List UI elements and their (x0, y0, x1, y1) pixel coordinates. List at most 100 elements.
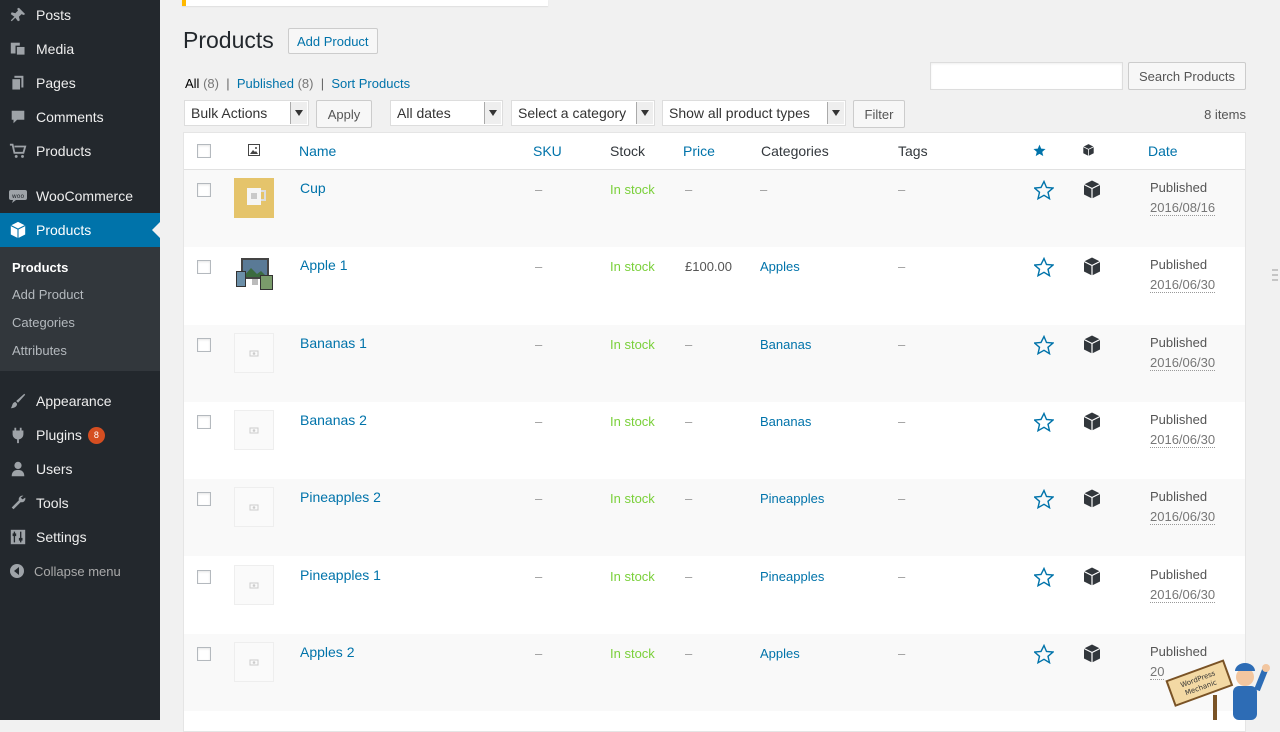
publish-date: 20 (1150, 663, 1165, 680)
product-name-link[interactable]: Bananas 1 (300, 335, 367, 351)
view-published[interactable]: Published (8) (237, 76, 314, 91)
row-checkbox[interactable] (197, 260, 211, 275)
items-count: 8 items (1204, 107, 1246, 122)
product-thumbnail-cup[interactable] (234, 178, 274, 218)
menu-media[interactable]: Media (0, 32, 160, 66)
menu-posts[interactable]: Posts (0, 0, 160, 32)
category-select[interactable]: Select a category (511, 100, 655, 126)
featured-column-star-icon[interactable] (1033, 144, 1046, 162)
chevron-down-icon (290, 102, 307, 124)
row-checkbox[interactable] (197, 183, 211, 197)
placeholder-image-icon[interactable] (234, 409, 274, 450)
simple-product-box-icon (1082, 643, 1102, 669)
publish-status: Published (1150, 334, 1208, 350)
placeholder-image-icon[interactable] (234, 564, 274, 605)
select-all-checkbox[interactable] (197, 144, 211, 158)
publish-date: 2016/06/30 (1150, 277, 1216, 294)
search-input[interactable] (930, 62, 1123, 90)
product-name-link[interactable]: Pineapples 2 (300, 489, 381, 505)
menu-settings[interactable]: Settings (0, 520, 160, 554)
bulk-actions-select[interactable]: Bulk Actions (184, 100, 309, 126)
table-row: Bananas 1 – In stock – Bananas – Published 2016… (184, 324, 1245, 402)
column-date[interactable]: Date (1148, 143, 1178, 159)
menu-appearance[interactable]: Appearance (0, 384, 160, 418)
submenu-add-product[interactable]: Add Product (12, 287, 84, 302)
publish-status: Published (1150, 566, 1208, 582)
pages-icon (0, 74, 36, 92)
featured-star-icon[interactable] (1032, 257, 1055, 282)
menu-comments[interactable]: Comments (0, 100, 160, 134)
product-name-link[interactable]: Apple 1 (300, 257, 347, 273)
product-thumbnail-devices[interactable] (234, 255, 274, 296)
column-sku[interactable]: SKU (533, 143, 562, 159)
menu-tools[interactable]: Tools (0, 486, 160, 520)
column-name[interactable]: Name (299, 143, 336, 159)
featured-star-icon[interactable] (1032, 411, 1055, 437)
pin-icon (0, 6, 36, 24)
price-value: – (685, 568, 693, 584)
admin-sidebar: Posts Media Pages Comments Products woo … (0, 0, 160, 720)
tags-value: – (898, 491, 906, 507)
collapse-menu[interactable]: Collapse menu (0, 560, 160, 582)
submenu-attributes[interactable]: Attributes (12, 343, 67, 358)
menu-products-active[interactable]: Products (0, 213, 160, 247)
row-checkbox[interactable] (197, 569, 211, 584)
publish-date: 2016/06/30 (1150, 354, 1216, 371)
add-product-button[interactable]: Add Product (288, 28, 378, 54)
product-name-link[interactable]: Apples 2 (300, 644, 354, 660)
menu-products-cart[interactable]: Products (0, 134, 160, 168)
menu-users[interactable]: Users (0, 452, 160, 486)
sort-products-link[interactable]: Sort Products (331, 76, 410, 91)
view-all[interactable]: All (8) (185, 76, 219, 91)
menu-woocommerce[interactable]: woo WooCommerce (0, 179, 160, 213)
placeholder-image-icon[interactable] (234, 332, 274, 373)
dates-select[interactable]: All dates (390, 100, 503, 126)
publish-status: Published (1150, 411, 1208, 427)
category-link[interactable]: Pineapples (760, 491, 824, 506)
price-value: £100.00 (685, 259, 732, 275)
featured-star-icon[interactable] (1032, 334, 1055, 360)
publish-date: 2016/06/30 (1150, 509, 1216, 526)
menu-plugins[interactable]: Plugins 8 (0, 418, 160, 452)
column-price[interactable]: Price (683, 143, 715, 159)
row-checkbox[interactable] (197, 492, 211, 507)
placeholder-image-icon[interactable] (234, 641, 274, 682)
category-link[interactable]: Pineapples (760, 569, 824, 584)
featured-star-icon[interactable] (1032, 566, 1055, 592)
row-checkbox[interactable] (197, 646, 211, 661)
admin-notice (182, 0, 548, 6)
product-name-link[interactable]: Cup (300, 180, 326, 196)
product-name-link[interactable]: Bananas 2 (300, 412, 367, 428)
menu-pages[interactable]: Pages (0, 66, 160, 100)
row-checkbox[interactable] (197, 414, 211, 429)
submenu-products[interactable]: Products (12, 260, 68, 275)
column-categories: Categories (761, 143, 829, 159)
chevron-down-icon (636, 102, 653, 124)
scrollbar-handle[interactable] (1272, 268, 1278, 282)
category-link[interactable]: Apples (760, 646, 800, 661)
row-checkbox[interactable] (197, 337, 211, 352)
featured-star-icon[interactable] (1032, 643, 1055, 669)
sku-value: – (535, 182, 543, 197)
sku-value: – (535, 259, 543, 275)
featured-star-icon[interactable] (1032, 489, 1055, 514)
price-value: – (685, 182, 693, 197)
placeholder-image-icon[interactable] (234, 487, 274, 528)
submenu-categories[interactable]: Categories (12, 315, 75, 330)
search-products-button[interactable]: Search Products (1128, 62, 1246, 90)
filter-button[interactable]: Filter (853, 100, 905, 128)
page-title: Products (183, 27, 274, 53)
category-link[interactable]: Bananas (760, 414, 811, 429)
product-type-select[interactable]: Show all product types (662, 100, 846, 126)
tags-value: – (898, 336, 906, 352)
column-tags: Tags (898, 143, 928, 159)
publish-date: 2016/06/30 (1150, 586, 1216, 603)
table-row: Bananas 2 – In stock – Bananas – Published 2016… (184, 402, 1245, 479)
product-name-link[interactable]: Pineapples 1 (300, 567, 381, 583)
table-row: Pineapples 2 – In stock – Pineapples – Publish… (184, 479, 1245, 557)
apply-button[interactable]: Apply (316, 100, 372, 128)
category-link[interactable]: Bananas (760, 337, 811, 352)
category-link[interactable]: Apples (760, 259, 800, 274)
comments-icon (0, 108, 36, 126)
featured-star-icon[interactable] (1032, 179, 1055, 205)
